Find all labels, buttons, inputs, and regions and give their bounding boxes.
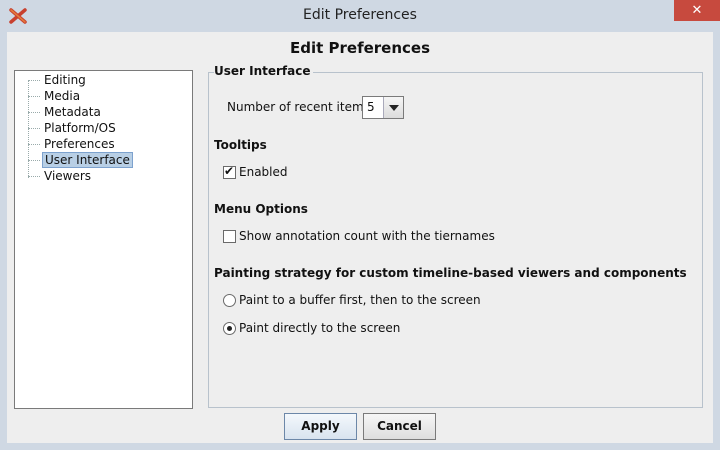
section-painting-strategy: Painting strategy for custom timeline-ba…: [214, 266, 689, 280]
recent-items-label: Number of recent items: [227, 100, 370, 114]
section-user-interface: User Interface: [214, 64, 313, 78]
tree-item-media[interactable]: Media: [28, 88, 178, 104]
tooltips-enabled-label[interactable]: Enabled: [239, 165, 288, 179]
recent-items-combo[interactable]: 5: [362, 96, 404, 119]
tree-item-label: Editing: [44, 73, 86, 87]
tree-item-user-interface[interactable]: User Interface: [28, 152, 178, 168]
window-title: Edit Preferences: [303, 7, 417, 23]
tree-item-preferences[interactable]: Preferences: [28, 136, 178, 152]
radio-selected-dot: [227, 326, 232, 331]
checkmark-icon: ✔: [224, 164, 235, 178]
settings-panel: User Interface Number of recent items 5 …: [208, 64, 703, 408]
section-tooltips: Tooltips: [214, 138, 269, 152]
close-icon: ✕: [691, 3, 703, 18]
tree-item-viewers[interactable]: Viewers: [28, 168, 178, 184]
show-annotation-count-label[interactable]: Show annotation count with the tiernames: [239, 229, 495, 243]
tree-item-label: User Interface: [42, 152, 133, 168]
paint-direct-radio[interactable]: [223, 322, 236, 335]
show-annotation-count-checkbox[interactable]: [223, 230, 236, 243]
tree-item-label: Viewers: [44, 169, 92, 183]
dialog-body: Edit Preferences Editing Media Metadata …: [7, 32, 713, 443]
preferences-window: Edit Preferences ✕ Edit Preferences Edit…: [0, 0, 720, 450]
dialog-title: Edit Preferences: [289, 39, 431, 57]
tree-item-label: Metadata: [44, 105, 101, 119]
tooltips-enabled-checkbox[interactable]: ✔: [223, 164, 236, 179]
tree-item-metadata[interactable]: Metadata: [28, 104, 178, 120]
paint-direct-label[interactable]: Paint directly to the screen: [239, 321, 400, 335]
apply-button[interactable]: Apply: [284, 413, 357, 440]
recent-items-value: 5: [367, 100, 375, 114]
tree-item-label: Preferences: [44, 137, 115, 151]
tree-item-editing[interactable]: Editing: [28, 72, 178, 88]
combo-dropdown-button[interactable]: [383, 97, 403, 118]
paint-buffer-label[interactable]: Paint to a buffer first, then to the scr…: [239, 293, 481, 307]
category-tree[interactable]: Editing Media Metadata Platform/OS Prefe…: [14, 70, 193, 409]
section-menu-options: Menu Options: [214, 202, 310, 216]
chevron-down-icon: [389, 105, 399, 111]
title-bar[interactable]: Edit Preferences ✕: [0, 0, 720, 32]
tree-item-platform-os[interactable]: Platform/OS: [28, 120, 178, 136]
paint-buffer-radio[interactable]: [223, 294, 236, 307]
tree-item-label: Platform/OS: [44, 121, 116, 135]
cancel-button[interactable]: Cancel: [363, 413, 436, 440]
tree-item-label: Media: [44, 89, 81, 103]
close-button[interactable]: ✕: [674, 0, 720, 21]
